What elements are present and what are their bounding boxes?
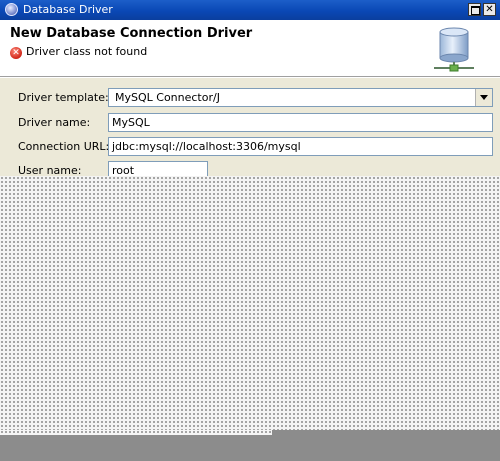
chevron-down-icon[interactable] <box>475 89 492 106</box>
driver-template-label: Driver template: <box>18 91 109 104</box>
error-message: Driver class not found <box>26 45 148 58</box>
driver-template-row: Driver template: MySQL Connector/J <box>0 87 500 109</box>
connection-url-field[interactable]: jdbc:mysql://localhost:3306/mysql <box>108 137 493 156</box>
driver-name-row: Driver name: MySQL <box>0 112 500 134</box>
database-icon <box>434 27 474 72</box>
driver-form: Driver template: MySQL Connector/J Drive… <box>0 78 500 461</box>
driver-name-label: Driver name: <box>18 116 91 129</box>
driver-template-select[interactable]: MySQL Connector/J <box>108 88 493 107</box>
app-icon <box>5 3 18 16</box>
error-icon: ✕ <box>10 47 22 59</box>
bottom-strip-clipped <box>0 430 272 435</box>
page-title: New Database Connection Driver <box>10 26 253 41</box>
maximize-icon[interactable] <box>468 3 481 16</box>
title-bar[interactable]: Database Driver ✕ <box>0 0 500 20</box>
clipped-region <box>0 176 500 461</box>
driver-name-field[interactable]: MySQL <box>108 113 493 132</box>
bottom-strip <box>0 430 500 461</box>
driver-template-value: MySQL Connector/J <box>115 91 220 104</box>
connection-url-row: Connection URL: jdbc:mysql://localhost:3… <box>0 136 500 158</box>
window-title: Database Driver <box>23 3 113 16</box>
database-driver-dialog: Database Driver ✕ New Database Connectio… <box>0 0 500 461</box>
dialog-header: New Database Connection Driver ✕ Driver … <box>0 20 500 76</box>
connection-url-label: Connection URL: <box>18 140 110 153</box>
close-icon[interactable]: ✕ <box>483 3 496 16</box>
